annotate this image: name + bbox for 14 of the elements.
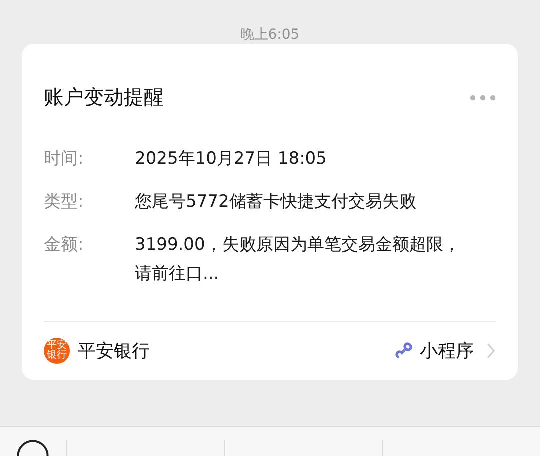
field-label: 类型:	[44, 191, 85, 214]
card-title: 账户变动提醒	[44, 84, 164, 111]
field-label: 金额:	[44, 234, 85, 257]
field-value: 3199.00，失败原因为单笔交易金额超限，请前往口...	[135, 234, 462, 286]
field-value: 2025年10月27日 18:05	[135, 148, 328, 171]
field-value: 您尾号5772储蓄卡快捷支付交易失败	[135, 191, 418, 214]
bank-logo: 平安银行	[44, 338, 70, 364]
mini-program-link[interactable]: 小程序	[420, 339, 474, 363]
link-icon	[394, 341, 414, 361]
more-icon[interactable]	[470, 94, 496, 100]
chevron-right-icon[interactable]	[486, 342, 496, 360]
message-time: 晚上6:05	[239, 26, 301, 44]
field-label: 时间:	[44, 148, 85, 171]
source-name: 平安银行	[78, 340, 151, 363]
